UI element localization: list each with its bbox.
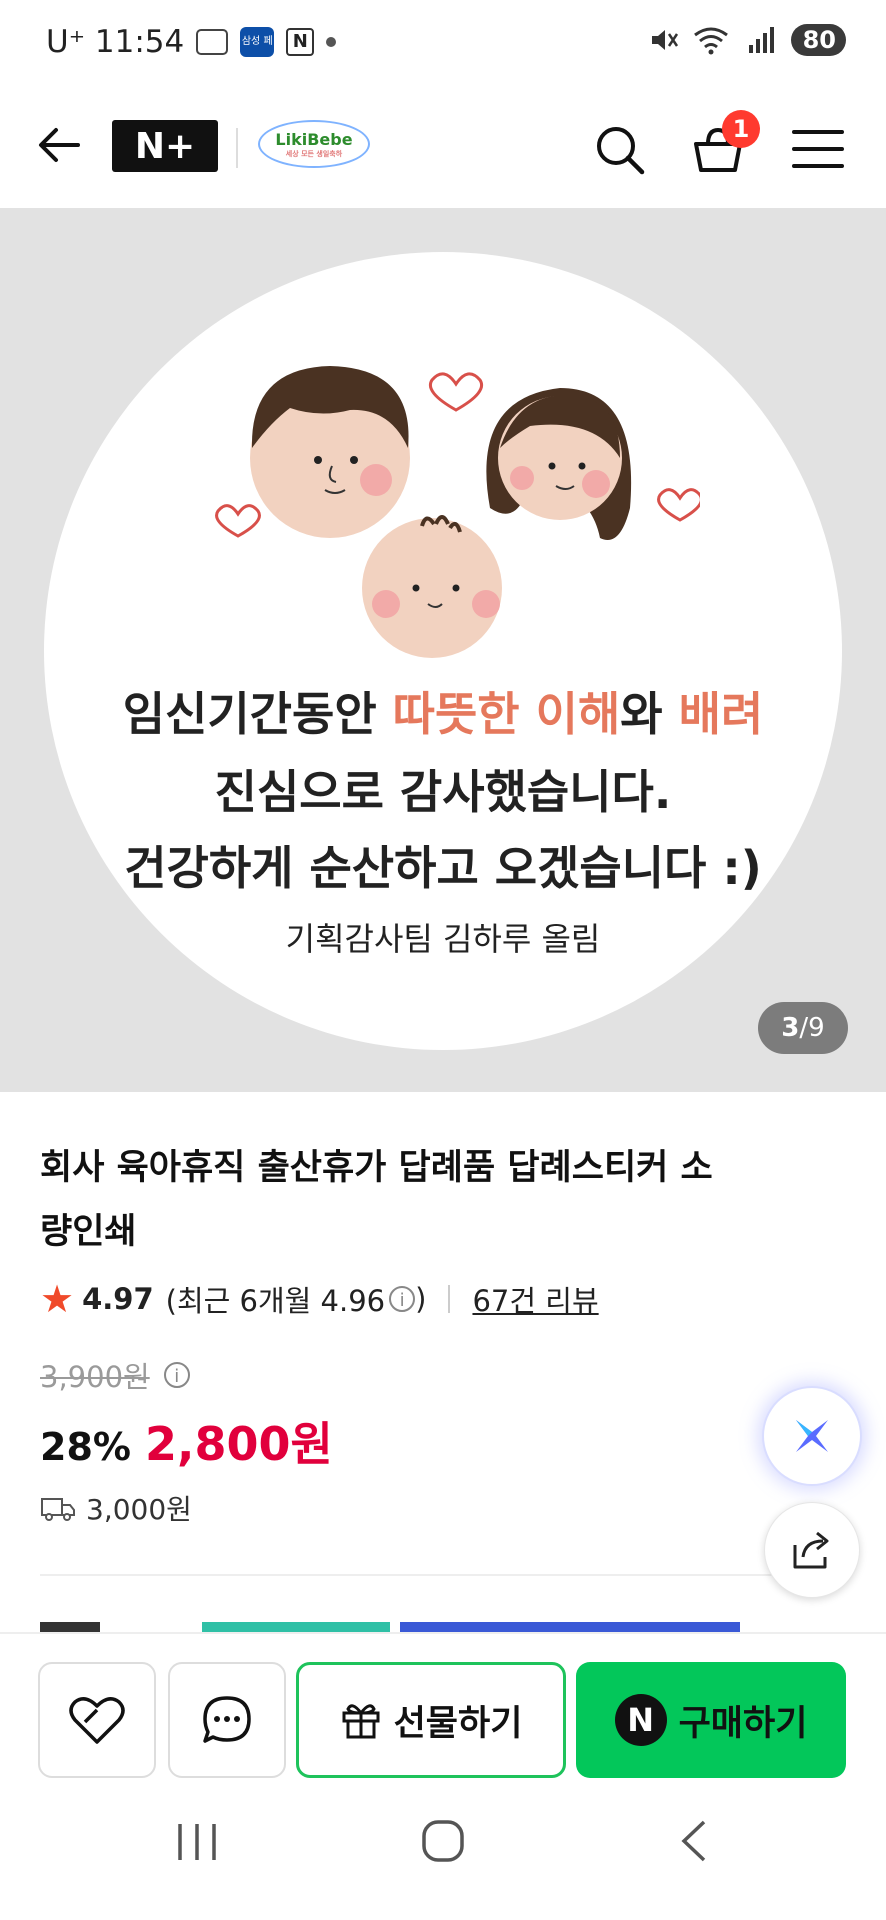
sticker-text-line2: 진심으로 감사했습니다.: [214, 765, 672, 819]
sticker-text-1c: 와: [620, 687, 679, 741]
battery-indicator: 80: [790, 24, 846, 56]
heart-icon: [69, 1697, 125, 1744]
recent-rating-close: ): [415, 1282, 427, 1316]
chat-button[interactable]: [168, 1662, 286, 1778]
gift-icon: [342, 1704, 380, 1739]
mute-icon: [651, 30, 678, 50]
price-info-icon[interactable]: i: [163, 1362, 190, 1388]
wifi-icon: [693, 27, 728, 55]
menu-icon[interactable]: [792, 126, 844, 172]
image-page-indicator: 3/9: [758, 1002, 848, 1054]
sticker-text-1d: 배려: [678, 687, 764, 741]
recent-rating: (최근 6개월 4.96: [165, 1284, 386, 1318]
page-separator: /: [799, 1013, 809, 1043]
store-brand-logo[interactable]: LikiBebe 세상 모든 생일축하: [258, 120, 370, 168]
discount-rate: 28%: [40, 1425, 131, 1469]
original-price-row: 3,900원 i: [40, 1354, 190, 1396]
status-right: 80: [649, 24, 846, 56]
page-current: 3: [781, 1013, 800, 1043]
back-arrow-icon[interactable]: [34, 120, 84, 170]
gift-label: 선물하기: [393, 1703, 523, 1744]
sale-price: 2,800원: [144, 1417, 333, 1471]
rating-separator: [448, 1285, 451, 1313]
share-button[interactable]: [764, 1502, 860, 1598]
header-divider: [236, 128, 238, 168]
shipping-row: 3,000원: [40, 1488, 192, 1528]
sale-price-row: 28% 2,800원: [40, 1408, 333, 1474]
samsung-pay-icon: 삼성 페이: [240, 27, 275, 77]
brand-tagline: 세상 모든 생일축하: [285, 149, 343, 158]
buy-label: 구매하기: [678, 1703, 808, 1744]
sticker-text-line4: 기획감사팀 김하루 올림: [285, 920, 601, 958]
naver-plus-logo[interactable]: N+: [112, 120, 218, 172]
product-title: 회사 육아휴직 출산휴가 답례품 답례스티커 소량인쇄: [40, 1148, 713, 1252]
star-icon: ★: [40, 1277, 75, 1321]
screenshot-icon: [196, 29, 229, 55]
chat-bubble-icon: [203, 1696, 251, 1743]
status-bar: U⁺ 11:54 삼성 페이 N 80: [0, 0, 886, 92]
signal-icon: [748, 27, 774, 53]
npay-logo-icon: N: [614, 1694, 667, 1746]
rating-row: ★ 4.97 (최근 6개월 4.96 i ) 67건 리뷰: [40, 1278, 599, 1320]
share-icon: [793, 1531, 829, 1569]
status-left: U⁺ 11:54 삼성 페이 N: [46, 24, 337, 77]
truck-icon: [41, 1498, 75, 1521]
carrier-time: U⁺ 11:54: [46, 24, 185, 60]
review-count-link[interactable]: 67건 리뷰: [472, 1278, 598, 1320]
page-total: 9: [808, 1013, 825, 1043]
buy-button[interactable]: N 구매하기: [576, 1662, 846, 1778]
brand-name: LikiBebe: [275, 129, 353, 149]
sparkle-icon: [796, 1420, 828, 1452]
system-navigation-bar: [0, 1790, 886, 1920]
family-illustration: [215, 366, 700, 658]
rating-score: 4.97: [82, 1282, 154, 1316]
sticker-text-line1: 임신기간동안 따뜻한 이해와 배려: [0, 678, 886, 744]
app-header: N+ LikiBebe 세상 모든 생일축하 1: [0, 92, 886, 210]
original-price: 3,900원: [40, 1360, 150, 1394]
back-nav-icon[interactable]: [676, 1818, 710, 1864]
info-icon[interactable]: i: [389, 1286, 416, 1312]
recent-apps-icon[interactable]: [174, 1820, 220, 1864]
bottom-action-bar: 선물하기 N 구매하기: [0, 1632, 886, 1792]
sticker-text-1b: 따뜻한 이해: [392, 687, 621, 741]
ai-assistant-button[interactable]: [764, 1388, 860, 1484]
gift-button[interactable]: 선물하기: [296, 1662, 566, 1778]
home-icon[interactable]: [420, 1818, 466, 1864]
product-image-gallery[interactable]: 임신기간동안 따뜻한 이해와 배려 진심으로 감사했습니다. 건강하게 순산하고…: [0, 208, 886, 1092]
naver-n-icon: N: [286, 28, 315, 56]
notification-dot-icon: [326, 37, 337, 47]
sticker-text-line3: 건강하게 순산하고 오겠습니다 :): [124, 841, 762, 895]
wishlist-button[interactable]: [38, 1662, 156, 1778]
search-icon[interactable]: [592, 122, 648, 178]
cart-count-badge: 1: [722, 110, 760, 148]
sticker-text-1a: 임신기간동안: [122, 687, 393, 741]
section-divider: [40, 1574, 800, 1576]
shipping-fee: 3,000원: [86, 1493, 192, 1526]
